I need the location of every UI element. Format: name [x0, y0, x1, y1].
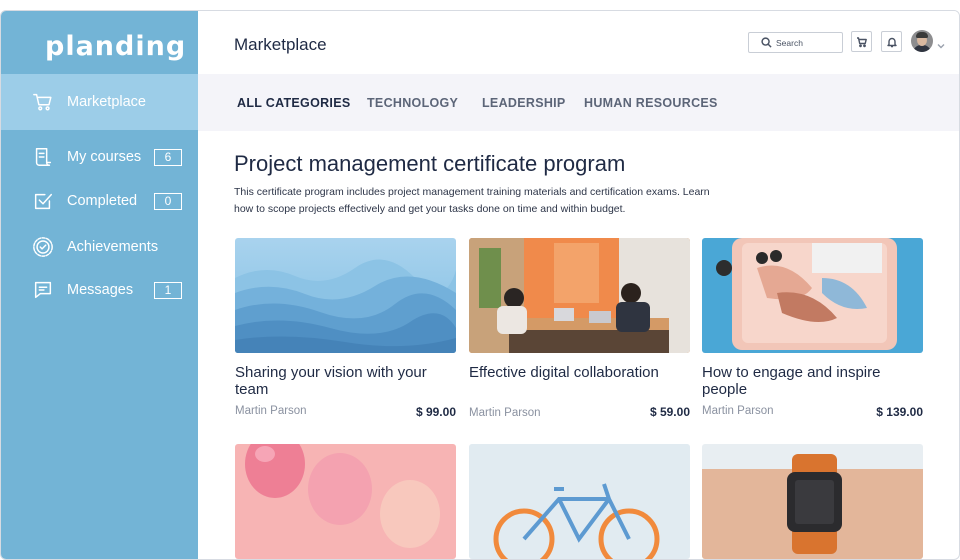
chat-bubble-icon [31, 278, 55, 302]
sidebar-item-label: Messages [67, 282, 134, 298]
sidebar-item-messages[interactable]: Messages 1 [1, 268, 198, 312]
tab-technology[interactable]: TECHNOLOGY [367, 96, 458, 110]
course-author: Martin Parson [702, 405, 774, 417]
sidebar-item-label: Marketplace [67, 94, 146, 110]
search-box[interactable] [748, 32, 843, 53]
count-badge: 1 [154, 281, 182, 299]
cart-button[interactable] [851, 31, 872, 52]
course-thumbnail-suitcase[interactable] [702, 238, 923, 353]
page-title: Marketplace [234, 35, 327, 54]
header: Marketplace [198, 11, 959, 74]
avatar[interactable] [911, 30, 933, 52]
notifications-button[interactable] [881, 31, 902, 52]
course-price: $ 99.00 [415, 405, 456, 419]
course-author: Martin Parson [235, 405, 307, 417]
sidebar-item-achievements[interactable]: Achievements [1, 225, 198, 269]
course-title[interactable]: Effective digital collaboration [469, 364, 690, 381]
course-author: Martin Parson [469, 407, 541, 419]
sidebar: planding Marketplace My courses 6 Comple… [1, 11, 198, 559]
course-card[interactable]: How to engage and inspire people Martin … [702, 238, 923, 419]
search-input[interactable] [776, 37, 836, 48]
sidebar-item-marketplace[interactable]: Marketplace [1, 74, 198, 130]
course-thumbnail-office[interactable] [469, 238, 690, 353]
count-badge: 0 [154, 192, 182, 210]
tab-human-resources[interactable]: HUMAN RESOURCES [584, 96, 718, 110]
course-thumbnail-balloons[interactable] [235, 444, 456, 559]
course-title[interactable]: Sharing your vision with your team [235, 364, 456, 398]
count-badge: 6 [154, 148, 182, 166]
cart-icon [856, 36, 867, 47]
category-tabs: ALL CATEGORIES TECHNOLOGY LEADERSHIP HUM… [198, 74, 959, 131]
badge-check-icon [31, 235, 55, 259]
course-thumbnail-mountains[interactable] [235, 238, 456, 353]
main-content: Project management certificate program T… [198, 131, 959, 559]
course-card[interactable] [235, 444, 456, 559]
program-title: Project management certificate program [234, 151, 626, 176]
sidebar-item-my-courses[interactable]: My courses 6 [1, 135, 198, 179]
bell-icon [886, 37, 897, 47]
cart-icon [31, 90, 55, 114]
chevron-down-icon[interactable] [937, 37, 945, 49]
course-card[interactable] [702, 444, 923, 559]
sidebar-item-label: My courses [67, 149, 142, 165]
course-card[interactable] [469, 444, 690, 559]
course-card[interactable]: Effective digital collaboration Martin P… [469, 238, 690, 419]
checkbox-icon [31, 189, 55, 213]
program-description: This certificate program includes projec… [234, 186, 710, 215]
course-card[interactable]: Sharing your vision with your team Marti… [235, 238, 456, 419]
app-window: planding Marketplace My courses 6 Comple… [0, 10, 960, 560]
document-list-icon [31, 145, 55, 169]
sidebar-item-completed[interactable]: Completed 0 [1, 179, 198, 223]
course-thumbnail-bicycle[interactable] [469, 444, 690, 559]
course-price: $ 59.00 [649, 405, 690, 419]
sidebar-item-label: Completed [67, 193, 138, 209]
app-logo[interactable]: planding [45, 31, 186, 62]
sidebar-item-label: Achievements [67, 239, 159, 255]
tab-leadership[interactable]: LEADERSHIP [482, 96, 566, 110]
course-title[interactable]: How to engage and inspire people [702, 364, 923, 398]
search-icon [761, 37, 772, 48]
course-thumbnail-smartwatch[interactable] [702, 444, 923, 559]
tab-all-categories[interactable]: ALL CATEGORIES [237, 96, 350, 110]
course-price: $ 139.00 [876, 405, 923, 419]
